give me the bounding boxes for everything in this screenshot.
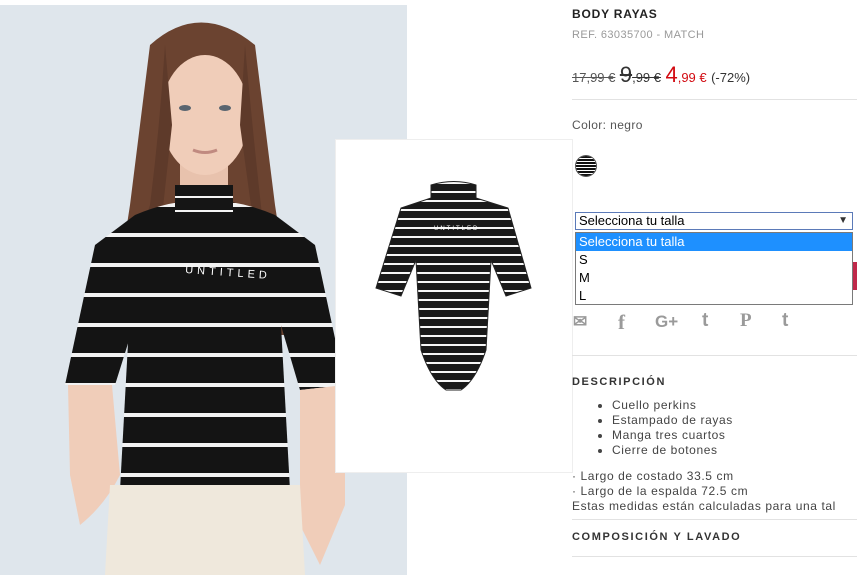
divider <box>572 519 857 520</box>
color-label: Color: negro <box>572 118 643 132</box>
chevron-down-icon[interactable]: ▼ <box>838 213 848 229</box>
list-item: Cierre de botones <box>612 443 733 458</box>
product-info-panel: BODY RAYAS REF. 63035700 - MATCH 17,99 €… <box>572 0 857 579</box>
measure-line: · Largo de la espalda 72.5 cm <box>572 484 749 498</box>
measure-line: Estas medidas están calculadas para una … <box>572 499 836 513</box>
composition-heading[interactable]: COMPOSICIÓN Y LAVADO <box>572 531 741 543</box>
size-option[interactable]: S <box>576 251 852 269</box>
size-option[interactable]: M <box>576 269 852 287</box>
list-item: Manga tres cuartos <box>612 428 733 443</box>
measurements: · Largo de costado 33.5 cm · Largo de la… <box>572 469 836 514</box>
add-to-cart-button[interactable] <box>853 262 857 290</box>
detail-print-text: UNTITLED <box>434 226 479 232</box>
facebook-icon[interactable]: f <box>618 310 625 335</box>
measure-line: · Largo de costado 33.5 cm <box>572 469 734 483</box>
twitter-icon[interactable]: t <box>702 310 708 332</box>
price-original: 17,99 € <box>572 70 616 85</box>
price-current-int: 4 <box>665 62 678 87</box>
tumblr-icon[interactable]: t <box>782 310 788 332</box>
price-current-decimals: ,99 € <box>677 70 707 85</box>
description-heading[interactable]: DESCRIPCIÓN <box>572 376 666 388</box>
size-option[interactable]: Selecciona tu talla <box>576 233 852 251</box>
list-item: Estampado de rayas <box>612 413 733 428</box>
discount-badge: (-72%) <box>711 70 751 85</box>
product-reference: REF. 63035700 - MATCH <box>572 29 705 41</box>
divider <box>572 355 857 356</box>
price-previous-decimals: ,99 € <box>632 70 661 85</box>
size-dropdown-list: Selecciona tu talla S M L <box>575 232 853 305</box>
pinterest-icon[interactable]: P <box>740 310 752 332</box>
price-previous-int: 9 <box>619 62 633 87</box>
product-photo-detail: UNTITLED <box>336 140 572 472</box>
google-plus-icon[interactable]: G+ <box>655 312 678 332</box>
description-list: Cuello perkins Estampado de rayas Manga … <box>572 398 733 458</box>
bodysuit-illustration: UNTITLED <box>375 181 532 391</box>
divider <box>572 556 857 557</box>
price-block: 17,99 € 9,99 € 4,99 € (-72%) <box>572 62 750 88</box>
size-option[interactable]: L <box>576 287 852 305</box>
size-select-value: Selecciona tu talla <box>579 213 685 228</box>
product-title: BODY RAYAS <box>572 7 658 21</box>
divider <box>572 99 857 100</box>
size-select[interactable]: Selecciona tu talla ▼ <box>575 212 853 230</box>
list-item: Cuello perkins <box>612 398 733 413</box>
color-swatch-negro[interactable] <box>576 156 596 176</box>
email-icon[interactable]: ✉ <box>573 312 587 332</box>
